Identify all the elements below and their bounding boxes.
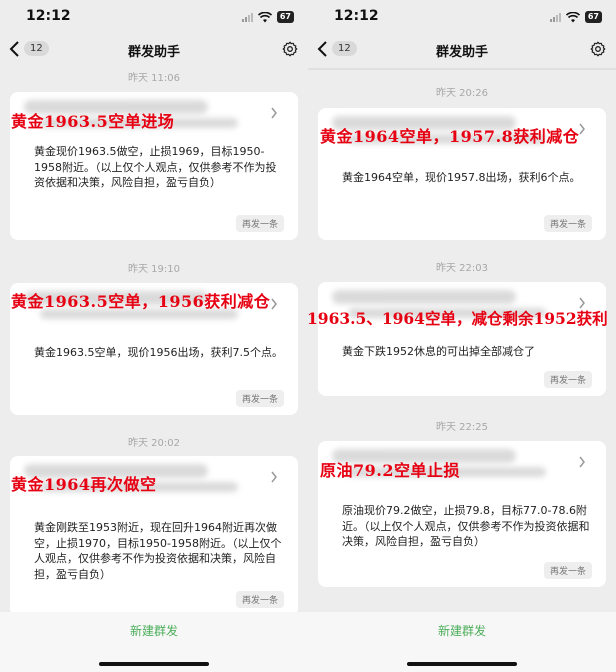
message-timestamp: 昨天 19:10 <box>128 264 180 275</box>
annotation-overlay: 黄金1963.5空单进场 <box>11 112 175 131</box>
right-screen: 12:12 67 12 群发助手 昨天 20:26 黄金1964空单，现价195… <box>308 0 616 672</box>
battery-icon: 67 <box>276 11 294 23</box>
status-bar: 12:12 67 <box>0 0 308 34</box>
resend-button[interactable]: 再发一条 <box>235 591 284 608</box>
gear-icon[interactable] <box>590 41 606 57</box>
home-indicator <box>99 662 209 666</box>
message-timestamp: 昨天 20:26 <box>436 88 488 99</box>
message-body: 黄金下跌1952休息的可出掉全部减仓了 <box>342 345 535 358</box>
signal-icon <box>549 12 561 22</box>
message-card[interactable]: 黄金下跌1952休息的可出掉全部减仓了 再发一条 <box>318 282 606 396</box>
chevron-right-icon <box>271 107 277 119</box>
nav-bar: 12 群发助手 <box>308 34 616 66</box>
message-body: 黄金1964空单，现价1957.8出场，获利6个点。 <box>342 171 581 184</box>
resend-button[interactable]: 再发一条 <box>235 390 284 407</box>
message-timestamp: 昨天 20:02 <box>128 438 180 449</box>
wifi-icon <box>257 11 272 22</box>
page-title: 群发助手 <box>435 45 488 60</box>
battery-icon: 67 <box>584 11 602 23</box>
annotation-overlay: 黄金1963.5空单，1956获利减仓 <box>11 292 271 311</box>
page-title: 群发助手 <box>127 45 180 60</box>
bottom-bar: 新建群发 <box>0 612 308 672</box>
chevron-right-icon <box>579 456 585 468</box>
wifi-icon <box>565 11 580 22</box>
status-bar: 12:12 67 <box>308 0 616 34</box>
resend-button[interactable]: 再发一条 <box>543 562 592 579</box>
chevron-right-icon <box>271 471 277 483</box>
gear-icon[interactable] <box>282 41 298 57</box>
annotation-overlay: 原油79.2空单止损 <box>320 461 460 480</box>
resend-button[interactable]: 再发一条 <box>543 215 592 232</box>
message-timestamp: 昨天 22:03 <box>436 263 488 274</box>
message-body: 黄金1963.5空单，现价1956出场，获利7.5个点。 <box>34 346 283 359</box>
message-body: 原油现价79.2做空，止损79.8，目标77.0-78.6附近。（以上仅个人观点… <box>342 504 590 548</box>
message-timestamp: 昨天 22:25 <box>436 422 488 433</box>
signal-icon <box>241 12 253 22</box>
resend-button[interactable]: 再发一条 <box>543 371 592 388</box>
message-timestamp: 昨天 11:06 <box>128 73 180 84</box>
left-screen: 12:12 67 12 群发助手 昨天 11:06 黄金现价1963.5做空，止… <box>0 0 308 672</box>
home-indicator <box>407 662 517 666</box>
new-group-button[interactable]: 新建群发 <box>308 622 616 639</box>
status-time: 12:12 <box>334 8 379 24</box>
resend-button[interactable]: 再发一条 <box>235 215 284 232</box>
new-group-button[interactable]: 新建群发 <box>0 622 308 639</box>
message-body: 黄金刚跌至1953附近，现在回升1964附近再次做空，止损1970，目标1950… <box>34 521 282 581</box>
annotation-overlay: 黄金1963.5、1964空单，减仓剩余1952获利 <box>308 309 608 328</box>
nav-bar: 12 群发助手 <box>0 34 308 66</box>
annotation-overlay: 黄金1964再次做空 <box>11 475 157 494</box>
bottom-bar: 新建群发 <box>308 612 616 672</box>
chevron-right-icon <box>271 298 277 310</box>
status-time: 12:12 <box>26 8 71 24</box>
message-body: 黄金现价1963.5做空，止损1969，目标1950-1958附近。（以上仅个人… <box>34 145 277 189</box>
annotation-overlay: 黄金1964空单，1957.8获利减仓 <box>320 127 580 146</box>
